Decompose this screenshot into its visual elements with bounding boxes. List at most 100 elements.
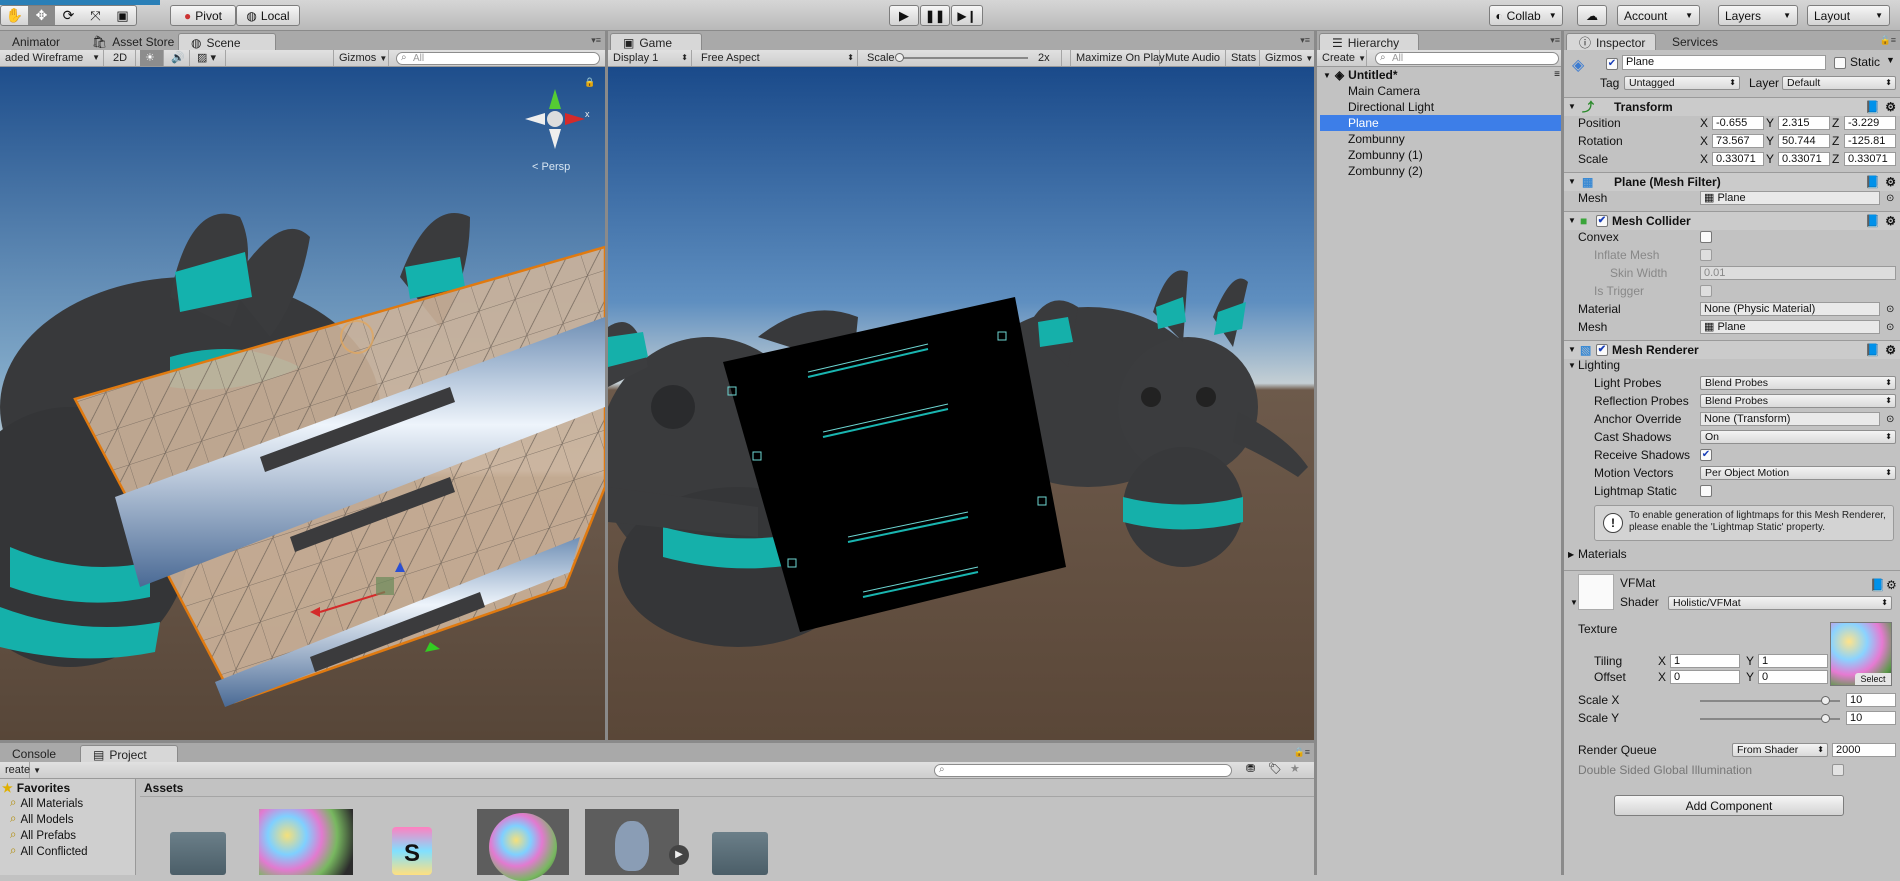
- help-icon[interactable]: 📘: [1865, 173, 1880, 191]
- game-gizmos-dropdown[interactable]: Gizmos ▼: [1260, 50, 1314, 66]
- foldout-arrow-icon[interactable]: ▼: [1568, 173, 1576, 191]
- local-button[interactable]: ◍ Local: [236, 5, 300, 26]
- favorites-item[interactable]: ⌕ All Models: [10, 813, 74, 826]
- hierarchy-item[interactable]: Zombunny (2): [1320, 163, 1564, 179]
- reflection-probes-dropdown[interactable]: Blend Probes: [1700, 394, 1896, 408]
- expand-prefab-icon[interactable]: ▶: [669, 845, 689, 865]
- model-asset-tile[interactable]: [585, 809, 679, 875]
- hierarchy-item[interactable]: Plane: [1320, 115, 1564, 131]
- layers-dropdown[interactable]: Layers ▼: [1718, 5, 1798, 26]
- scene-lighting-icon[interactable]: ☀: [140, 50, 164, 66]
- transform-scale-x-field[interactable]: 0.33071: [1712, 152, 1764, 166]
- cast-shadows-dropdown[interactable]: On: [1700, 430, 1896, 444]
- folder-icon[interactable]: [170, 832, 226, 875]
- maximize-on-play-toggle[interactable]: Maximize On Play: [1070, 50, 1165, 66]
- transform-rotation-y-field[interactable]: 50.744: [1778, 134, 1830, 148]
- display-dropdown[interactable]: Display 1 ⬍: [608, 50, 692, 66]
- project-menu-icon[interactable]: 🔒≡: [1294, 747, 1310, 758]
- scale-tool-icon[interactable]: ⤧: [82, 8, 109, 24]
- convex-checkbox[interactable]: [1700, 231, 1712, 243]
- tab-asset-store[interactable]: 🛍 Asset Store: [80, 33, 186, 51]
- foldout-arrow-icon[interactable]: ▼: [1568, 357, 1576, 374]
- scale-y-thumb[interactable]: [1821, 714, 1830, 723]
- favorites-item[interactable]: ⌕ All Conflicted: [10, 845, 88, 858]
- mode-2d-toggle[interactable]: 2D: [108, 50, 136, 66]
- hierarchy-item[interactable]: Directional Light: [1320, 99, 1564, 115]
- foldout-arrow-icon[interactable]: ▼: [1568, 98, 1576, 116]
- object-picker-icon[interactable]: ⊙: [1886, 190, 1894, 207]
- game-panel-menu-icon[interactable]: ▾≡: [1300, 35, 1310, 46]
- folder-icon[interactable]: [712, 832, 768, 875]
- filter-type-icon[interactable]: ⛃: [1246, 762, 1255, 775]
- transform-rotation-x-field[interactable]: 73.567: [1712, 134, 1764, 148]
- transform-scale-z-field[interactable]: 0.33071: [1844, 152, 1896, 166]
- transform-header[interactable]: ▼ ⤴ Transform 📘 ⚙: [1564, 97, 1900, 116]
- shader-asset-icon[interactable]: S: [392, 827, 432, 875]
- render-queue-field[interactable]: 2000: [1832, 743, 1896, 757]
- shading-mode-dropdown[interactable]: aded Wireframe ▼: [0, 50, 104, 66]
- hierarchy-item[interactable]: Zombunny (1): [1320, 147, 1564, 163]
- collab-button[interactable]: ◐ Collab ▼: [1489, 5, 1563, 26]
- layer-dropdown[interactable]: Default: [1782, 76, 1896, 90]
- hierarchy-create-dropdown[interactable]: Create ▼: [1317, 50, 1367, 66]
- light-probes-dropdown[interactable]: Blend Probes: [1700, 376, 1896, 390]
- shader-dropdown[interactable]: Holistic/VFMat: [1668, 596, 1892, 610]
- material-asset-tile[interactable]: [477, 809, 569, 881]
- tab-animator[interactable]: Animator: [0, 33, 72, 51]
- scale-slider[interactable]: Scale 2x: [862, 50, 1062, 66]
- scene-root[interactable]: ▼ ◈ Untitled*: [1323, 67, 1398, 83]
- pause-button[interactable]: ❚❚: [920, 5, 950, 26]
- scale-x-thumb[interactable]: [1821, 696, 1830, 705]
- add-component-button[interactable]: Add Component: [1614, 795, 1844, 816]
- project-search-input[interactable]: [934, 764, 1232, 777]
- hierarchy-item[interactable]: Zombunny: [1320, 131, 1564, 147]
- settings-gear-icon[interactable]: ⚙: [1885, 212, 1896, 230]
- panel-menu-icon[interactable]: ▾≡: [591, 35, 601, 46]
- favorites-item[interactable]: ⌕ All Materials: [10, 797, 83, 810]
- move-tool-icon[interactable]: ✥: [28, 6, 55, 25]
- tab-game[interactable]: ▣ Game: [610, 33, 702, 51]
- receive-shadows-checkbox[interactable]: ✔: [1700, 449, 1712, 461]
- lighting-foldout[interactable]: ▼ Lighting: [1564, 357, 1900, 374]
- static-dropdown-icon[interactable]: ▼: [1886, 55, 1895, 65]
- mesh-renderer-enabled-checkbox[interactable]: ✔: [1596, 344, 1608, 356]
- offset-y-field[interactable]: 0: [1758, 670, 1828, 684]
- render-queue-dropdown[interactable]: From Shader: [1732, 743, 1828, 757]
- hand-tool-icon[interactable]: ✋: [1, 7, 28, 24]
- project-create-dropdown[interactable]: reate ▼: [0, 762, 41, 778]
- materials-foldout[interactable]: ▶ Materials: [1564, 546, 1900, 563]
- scene-viewport[interactable]: x < Persp 🔒: [0, 67, 605, 740]
- aspect-dropdown[interactable]: Free Aspect ⬍: [696, 50, 858, 66]
- favorite-star-icon[interactable]: ★: [1290, 762, 1300, 775]
- game-viewport[interactable]: [608, 67, 1314, 740]
- settings-gear-icon[interactable]: ⚙: [1886, 578, 1897, 592]
- texture-asset-icon[interactable]: [259, 809, 353, 875]
- scale-y-field[interactable]: 10: [1846, 711, 1896, 725]
- scale-x-field[interactable]: 10: [1846, 693, 1896, 707]
- scene-audio-icon[interactable]: 🔊: [166, 50, 190, 66]
- scene-effects-icon[interactable]: ▨ ▾: [192, 50, 226, 66]
- scene-menu-icon[interactable]: ≡: [1554, 69, 1560, 80]
- mesh-collider-header[interactable]: ▼ ■ ✔ Mesh Collider 📘 ⚙: [1564, 211, 1900, 230]
- motion-vectors-dropdown[interactable]: Per Object Motion: [1700, 466, 1896, 480]
- anchor-override-field[interactable]: None (Transform): [1700, 412, 1880, 426]
- object-picker-icon[interactable]: ⊙: [1886, 411, 1894, 428]
- step-button[interactable]: ▶❙: [951, 5, 983, 26]
- favorites-header[interactable]: ★ Favorites: [2, 781, 70, 795]
- tiling-y-field[interactable]: 1: [1758, 654, 1828, 668]
- stats-toggle[interactable]: Stats: [1226, 50, 1260, 66]
- help-icon[interactable]: 📘: [1865, 98, 1880, 116]
- filter-label-icon[interactable]: 🏷: [1268, 762, 1282, 775]
- mute-audio-toggle[interactable]: Mute Audio: [1160, 50, 1226, 66]
- favorites-item[interactable]: ⌕ All Prefabs: [10, 829, 76, 842]
- physic-material-field[interactable]: None (Physic Material): [1700, 302, 1880, 316]
- collapse-arrow-icon[interactable]: ▼: [1323, 71, 1331, 80]
- tag-dropdown[interactable]: Untagged: [1624, 76, 1740, 90]
- foldout-arrow-icon[interactable]: ▶: [1568, 546, 1574, 563]
- foldout-arrow-icon[interactable]: ▼: [1570, 598, 1578, 607]
- lock-icon[interactable]: 🔒: [584, 77, 595, 88]
- tab-project[interactable]: ▤ Project: [80, 745, 178, 763]
- scene-search-input[interactable]: All: [396, 52, 600, 65]
- assets-breadcrumb[interactable]: Assets: [140, 779, 1314, 797]
- tab-inspector[interactable]: ⓘ Inspector: [1566, 33, 1656, 51]
